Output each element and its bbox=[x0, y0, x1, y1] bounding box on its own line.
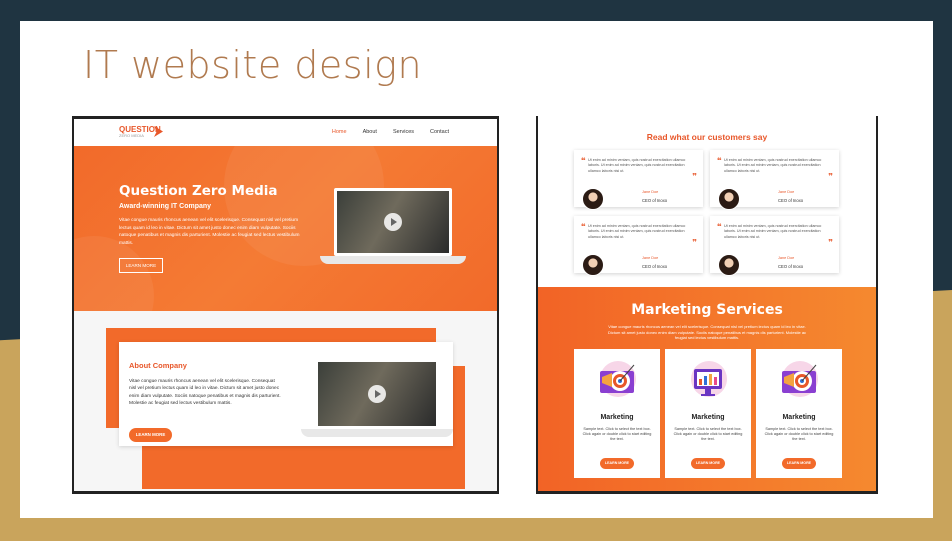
slide: IT website design QUESTION ZERO MEDIA Ho… bbox=[20, 21, 933, 518]
reviews-title: Read what our customers say bbox=[646, 132, 768, 142]
review-text: Ut enim ad minim veniam, quis nostrud ex… bbox=[724, 158, 822, 173]
service-card-text: Sample text. Click to select the text bo… bbox=[582, 427, 652, 442]
website-mockup-home: QUESTION ZERO MEDIA Home About Services … bbox=[72, 116, 499, 494]
service-learn-more-button[interactable]: LEARN MORE bbox=[691, 458, 725, 469]
nav-services[interactable]: Services bbox=[393, 129, 414, 135]
slide-title: IT website design bbox=[83, 43, 423, 87]
quote-close-icon: ❞ bbox=[828, 238, 833, 247]
quote-close-icon: ❞ bbox=[692, 172, 697, 181]
about-learn-more-button[interactable]: LEARN MORE bbox=[129, 428, 172, 442]
reviewer-name: Jane Doe bbox=[642, 190, 659, 194]
laptop-video bbox=[320, 188, 466, 264]
about-section: About Company Vitae congue mauris rhoncu… bbox=[74, 311, 497, 491]
review-text: Ut enim ad minim veniam, quis nostrud ex… bbox=[588, 158, 686, 173]
laptop-base bbox=[320, 256, 466, 264]
reviewer-role: CEO of Inoxo bbox=[642, 198, 668, 203]
service-learn-more-button[interactable]: LEARN MORE bbox=[600, 458, 634, 469]
laptop-screen bbox=[315, 359, 439, 429]
hero-section: Question Zero Media Award-winning IT Com… bbox=[74, 146, 497, 311]
service-card-title: Marketing bbox=[782, 414, 816, 421]
reviewer-name: Jane Doe bbox=[642, 256, 659, 260]
service-card-title: Marketing bbox=[600, 414, 634, 421]
avatar bbox=[582, 254, 604, 276]
megaphone-target-illustration bbox=[600, 361, 636, 397]
quote-open-icon: ❝ bbox=[717, 222, 722, 231]
quote-close-icon: ❞ bbox=[692, 238, 697, 247]
navbar: QUESTION ZERO MEDIA Home About Services … bbox=[74, 119, 497, 146]
play-icon[interactable] bbox=[384, 213, 402, 231]
nav-contact[interactable]: Contact bbox=[430, 129, 449, 135]
website-mockup-services: Read what our customers say ❝ Ut enim ad… bbox=[536, 116, 878, 494]
laptop-screen bbox=[334, 188, 452, 256]
service-card-text: Sample text. Click to select the text bo… bbox=[764, 427, 834, 442]
quote-open-icon: ❝ bbox=[581, 222, 586, 231]
marketing-title: Marketing Services bbox=[631, 302, 783, 318]
hero-decor bbox=[74, 236, 154, 311]
quote-open-icon: ❝ bbox=[581, 156, 586, 165]
service-learn-more-button[interactable]: LEARN MORE bbox=[782, 458, 816, 469]
nav-links: Home About Services Contact bbox=[332, 129, 449, 135]
analytics-monitor-illustration bbox=[691, 361, 727, 397]
review-card: ❝ Ut enim ad minim veniam, quis nostrud … bbox=[710, 216, 839, 276]
review-card: ❝ Ut enim ad minim veniam, quis nostrud … bbox=[710, 150, 839, 210]
video-thumbnail[interactable] bbox=[337, 191, 449, 253]
review-text: Ut enim ad minim veniam, quis nostrud ex… bbox=[724, 224, 822, 239]
play-icon[interactable] bbox=[368, 385, 386, 403]
marketing-body: Vitae congue mauris rhoncus aenean vel e… bbox=[607, 324, 807, 341]
service-card-title: Marketing bbox=[691, 414, 725, 421]
reviewer-name: Jane Doe bbox=[778, 190, 795, 194]
nav-home[interactable]: Home bbox=[332, 129, 347, 135]
reviewer-role: CEO of Inoxo bbox=[778, 198, 804, 203]
about-body: Vitae congue mauris rhoncus aenean vel e… bbox=[129, 379, 281, 407]
hero-title: Question Zero Media bbox=[119, 183, 278, 199]
service-card: Marketing Sample text. Click to select t… bbox=[574, 349, 660, 478]
megaphone-target-illustration bbox=[782, 361, 818, 397]
hero-learn-more-button[interactable]: LEARN MORE bbox=[119, 258, 163, 273]
laptop-base bbox=[301, 429, 453, 437]
avatar bbox=[718, 188, 740, 210]
laptop-video bbox=[301, 359, 453, 437]
service-card-text: Sample text. Click to select the text bo… bbox=[673, 427, 743, 442]
review-text: Ut enim ad minim veniam, quis nostrud ex… bbox=[588, 224, 686, 239]
service-card: Marketing Sample text. Click to select t… bbox=[756, 349, 842, 478]
service-card: Marketing Sample text. Click to select t… bbox=[665, 349, 751, 478]
about-title: About Company bbox=[129, 361, 187, 370]
quote-open-icon: ❝ bbox=[717, 156, 722, 165]
avatar bbox=[582, 188, 604, 210]
hero-body: Vitae congue mauris rhoncus aenean vel e… bbox=[119, 218, 300, 246]
review-card: ❝ Ut enim ad minim veniam, quis nostrud … bbox=[574, 216, 703, 276]
avatar bbox=[718, 254, 740, 276]
about-card: About Company Vitae congue mauris rhoncu… bbox=[119, 342, 453, 446]
quote-close-icon: ❞ bbox=[828, 172, 833, 181]
nav-about[interactable]: About bbox=[363, 129, 377, 135]
review-card: ❝ Ut enim ad minim veniam, quis nostrud … bbox=[574, 150, 703, 210]
reviewer-role: CEO of Inoxo bbox=[642, 264, 668, 269]
reviewer-role: CEO of Inoxo bbox=[778, 264, 804, 269]
hero-subtitle: Award-winning IT Company bbox=[119, 203, 212, 210]
reviewer-name: Jane Doe bbox=[778, 256, 795, 260]
marketing-section: Marketing Services Vitae congue mauris r… bbox=[538, 287, 876, 491]
video-thumbnail[interactable] bbox=[318, 362, 436, 426]
